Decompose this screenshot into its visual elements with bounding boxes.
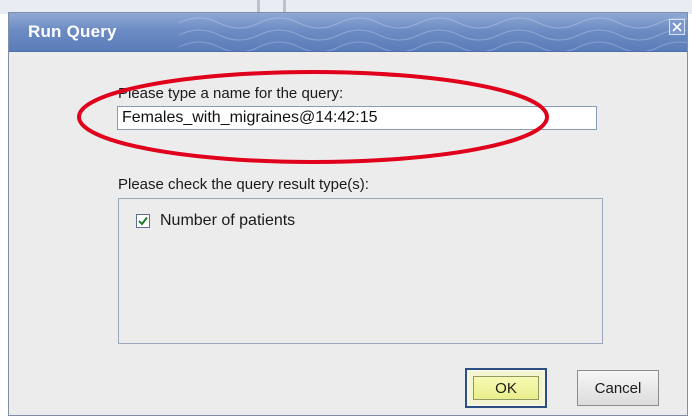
dialog-title-bar[interactable]: Run Query: [9, 13, 687, 52]
result-type-label: Number of patients: [160, 212, 296, 229]
title-bar-pattern: [179, 17, 687, 51]
result-types-label: Please check the query result type(s):: [118, 176, 369, 193]
checkmark-icon: [138, 216, 148, 226]
ok-button[interactable]: OK: [465, 368, 547, 408]
close-button[interactable]: [669, 19, 685, 35]
dialog-title: Run Query: [28, 22, 117, 41]
ok-button-label: OK: [473, 376, 539, 400]
cancel-button[interactable]: Cancel: [577, 370, 659, 406]
result-type-number-of-patients[interactable]: Number of patients: [136, 211, 295, 231]
close-icon: [672, 22, 682, 32]
query-name-input[interactable]: [117, 106, 597, 130]
dialog-body: Please type a name for the query: Please…: [9, 52, 687, 415]
query-name-label: Please type a name for the query:: [118, 85, 344, 102]
result-types-list: Number of patients: [118, 198, 603, 344]
number-of-patients-checkbox[interactable]: [136, 214, 150, 228]
run-query-dialog: Run Query Please type a name for the que…: [8, 12, 688, 416]
